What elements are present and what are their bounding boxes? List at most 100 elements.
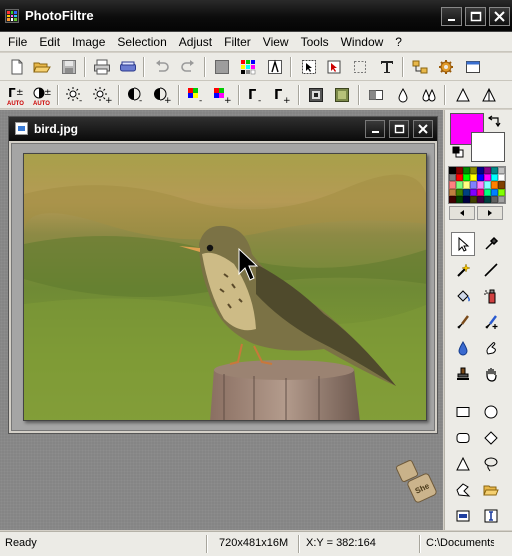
menu-view[interactable]: View — [257, 33, 295, 51]
palette-swatch[interactable] — [463, 174, 470, 182]
contrast-minus-icon[interactable]: - — [125, 84, 147, 106]
palette-swatch[interactable] — [498, 188, 505, 196]
menu-image[interactable]: Image — [66, 33, 111, 51]
image-window-titlebar[interactable]: bird.jpg — [9, 117, 437, 141]
save-icon[interactable] — [58, 56, 80, 78]
automate-gear-icon[interactable] — [435, 56, 457, 78]
contrast-plus-icon[interactable]: + — [151, 84, 173, 106]
palette-prev-button[interactable] — [449, 206, 475, 220]
palette-swatch[interactable] — [498, 181, 505, 189]
palette-swatch[interactable] — [484, 188, 491, 196]
palette-swatch[interactable] — [498, 167, 505, 175]
spray-icon[interactable] — [479, 284, 503, 308]
palette-swatch[interactable] — [477, 195, 484, 203]
new-file-icon[interactable] — [6, 56, 28, 78]
palette-swatch[interactable] — [491, 181, 498, 189]
scanner-icon[interactable] — [117, 56, 139, 78]
palette-swatch[interactable] — [477, 167, 484, 175]
open-shape-folder-icon[interactable] — [479, 478, 503, 502]
text-icon[interactable] — [376, 56, 398, 78]
palette-swatch[interactable] — [449, 167, 456, 175]
image-close-button[interactable] — [413, 120, 433, 138]
menu-adjust[interactable]: Adjust — [173, 33, 218, 51]
line-icon[interactable] — [479, 258, 503, 282]
gamma-plus-icon[interactable]: Γ + — [271, 84, 293, 106]
triangle-icon[interactable] — [452, 84, 474, 106]
palette-swatch[interactable] — [477, 174, 484, 182]
auto-levels-icon[interactable]: Γ ± AUTO — [5, 84, 27, 107]
color-palette-icon[interactable] — [237, 56, 259, 78]
image-canvas-area[interactable] — [11, 143, 435, 431]
redo-icon[interactable] — [177, 56, 199, 78]
palette-swatch[interactable] — [484, 174, 491, 182]
palette-swatch[interactable] — [456, 181, 463, 189]
explorer-icon[interactable] — [409, 56, 431, 78]
palette-swatch[interactable] — [491, 174, 498, 182]
palette-swatch[interactable] — [484, 167, 491, 175]
menu-selection[interactable]: Selection — [111, 33, 172, 51]
palette-swatch[interactable] — [470, 167, 477, 175]
minimize-button[interactable] — [441, 7, 462, 26]
palette-swatch[interactable] — [498, 174, 505, 182]
default-colors-icon[interactable] — [452, 146, 464, 158]
full-screen-icon[interactable] — [462, 56, 484, 78]
palette-swatch[interactable] — [449, 188, 456, 196]
text-frame-icon[interactable] — [479, 504, 503, 528]
palette-swatch[interactable] — [470, 181, 477, 189]
palette-swatch[interactable] — [463, 188, 470, 196]
prism-icon[interactable] — [478, 84, 500, 106]
palette-swatch[interactable] — [449, 181, 456, 189]
palette-swatch[interactable] — [470, 174, 477, 182]
rounded-rect-shape-icon[interactable] — [451, 426, 475, 450]
palette-swatch[interactable] — [449, 174, 456, 182]
palette-swatch[interactable] — [463, 167, 470, 175]
palette-swatch[interactable] — [456, 167, 463, 175]
paint-bucket-icon[interactable] — [451, 284, 475, 308]
palette-swatch[interactable] — [491, 195, 498, 203]
menu-edit[interactable]: Edit — [33, 33, 66, 51]
lasso-icon[interactable] — [479, 452, 503, 476]
swap-colors-icon[interactable] — [487, 113, 503, 129]
magic-wand-icon[interactable] — [451, 258, 475, 282]
palette-swatch[interactable] — [484, 181, 491, 189]
diamond-shape-icon[interactable] — [479, 426, 503, 450]
palette-swatch[interactable] — [470, 195, 477, 203]
palette-swatch[interactable] — [484, 195, 491, 203]
maximize-button[interactable] — [465, 7, 486, 26]
image-maximize-button[interactable] — [389, 120, 409, 138]
selection-arrow-icon[interactable] — [451, 232, 475, 256]
clone-stamp-icon[interactable] — [451, 362, 475, 386]
select-all-icon[interactable] — [298, 56, 320, 78]
print-icon[interactable] — [91, 56, 113, 78]
transparency-icon[interactable] — [211, 56, 233, 78]
background-color-swatch[interactable] — [471, 132, 505, 162]
palette-swatch[interactable] — [498, 195, 505, 203]
smudge-finger-icon[interactable] — [479, 336, 503, 360]
selection-frame-icon[interactable] — [349, 56, 371, 78]
saturation-minus-icon[interactable]: - — [185, 84, 207, 106]
soften-icon[interactable] — [331, 84, 353, 106]
menu-file[interactable]: File — [2, 33, 33, 51]
polygon-icon[interactable] — [451, 478, 475, 502]
palette-swatch[interactable] — [477, 181, 484, 189]
bird-photo[interactable] — [23, 153, 427, 421]
palette-swatch[interactable] — [491, 167, 498, 175]
menu-help[interactable]: ? — [389, 33, 408, 51]
hand-pan-icon[interactable] — [479, 362, 503, 386]
flip-icon[interactable] — [365, 84, 387, 106]
gamma-minus-icon[interactable]: Γ- — [245, 84, 267, 106]
brightness-minus-icon[interactable]: - — [64, 84, 86, 106]
eyedropper-icon[interactable] — [479, 232, 503, 256]
brush-icon[interactable] — [451, 310, 475, 334]
palette-swatch[interactable] — [456, 174, 463, 182]
rectangle-shape-icon[interactable] — [451, 400, 475, 424]
close-button[interactable] — [489, 7, 510, 26]
select-frame-icon[interactable] — [451, 504, 475, 528]
palette-swatch[interactable] — [477, 188, 484, 196]
advanced-brush-icon[interactable] — [479, 310, 503, 334]
ellipse-shape-icon[interactable] — [479, 400, 503, 424]
menu-window[interactable]: Window — [335, 33, 390, 51]
open-folder-icon[interactable] — [31, 56, 53, 78]
auto-contrast-icon[interactable] — [264, 56, 286, 78]
crop-icon[interactable] — [323, 56, 345, 78]
